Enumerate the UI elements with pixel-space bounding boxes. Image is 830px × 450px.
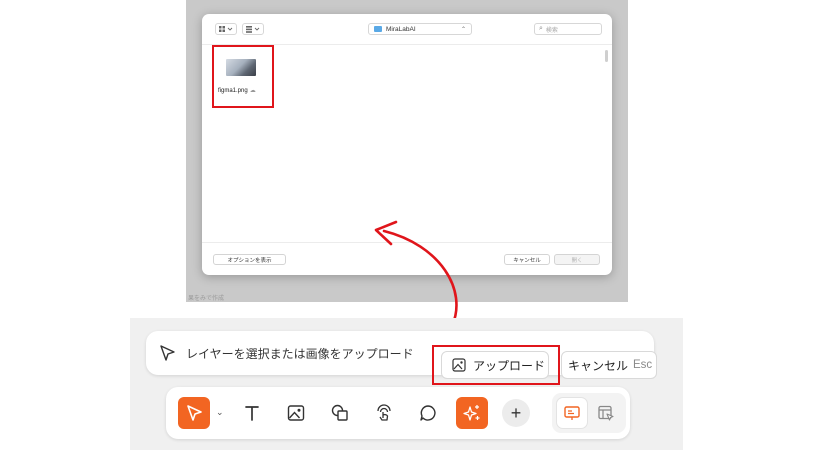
folder-icon xyxy=(374,26,382,32)
background-text: 果をみで作成 xyxy=(188,296,225,302)
presentation-icon xyxy=(564,406,580,420)
esc-shortcut: Esc xyxy=(633,359,653,371)
image-tool-button[interactable] xyxy=(280,397,312,429)
search-input[interactable]: ⌕ 検索 xyxy=(534,23,602,35)
file-open-dialog: MiraLabAI ⌃ ⌕ 検索 figma1.png ☁ オプションを表示 キャ… xyxy=(202,14,612,275)
cursor-icon xyxy=(160,345,175,361)
search-icon: ⌕ xyxy=(539,25,543,32)
ai-tool-button[interactable] xyxy=(456,397,488,429)
icon-view-button[interactable] xyxy=(215,23,237,35)
show-options-button[interactable]: オプションを表示 xyxy=(213,254,286,265)
editor-toolbar-screenshot: レイヤーを選択または画像をアップロード アップロード キャンセル Esc ⌄ + xyxy=(130,318,683,450)
upload-label: アップロード xyxy=(473,358,546,373)
upload-hint-bar: レイヤーを選択または画像をアップロード アップロード キャンセル Esc xyxy=(146,331,657,385)
select-pointer-icon xyxy=(187,405,202,421)
dialog-cancel-button[interactable]: キャンセル xyxy=(504,254,550,265)
comment-icon xyxy=(420,405,436,421)
image-upload-icon xyxy=(452,358,466,372)
interaction-tool-button[interactable] xyxy=(368,397,400,429)
file-name-label: figma1.png ☁ xyxy=(218,87,256,94)
text-tool-button[interactable] xyxy=(236,397,268,429)
group-view-button[interactable] xyxy=(242,23,264,35)
ai-sparkle-icon xyxy=(463,405,480,421)
cloud-icon: ☁ xyxy=(249,88,256,94)
dialog-toolbar: MiraLabAI ⌃ ⌕ 検索 xyxy=(202,14,612,44)
folder-name: MiraLabAI xyxy=(386,25,416,33)
file-thumbnail xyxy=(226,59,256,76)
chevron-updown-icon: ⌃ xyxy=(460,26,466,33)
layout-cursor-icon xyxy=(598,405,614,421)
upload-button[interactable]: アップロード xyxy=(441,351,549,379)
folder-dropdown[interactable]: MiraLabAI ⌃ xyxy=(368,23,472,35)
icon-grid-icon xyxy=(219,25,233,32)
comment-tool-button[interactable] xyxy=(412,397,444,429)
scrollbar[interactable] xyxy=(605,50,608,62)
design-mode-button[interactable] xyxy=(556,397,588,429)
cancel-label: キャンセル xyxy=(568,358,629,373)
text-icon xyxy=(245,406,259,421)
file-dialog-screenshot: 果をみで作成 MiraLabAI ⌃ ⌕ 検索 figma1.png ☁ オプシ… xyxy=(186,0,628,302)
file-item-figma1[interactable]: figma1.png ☁ xyxy=(212,45,274,108)
cancel-button[interactable]: キャンセル Esc xyxy=(561,351,657,379)
file-browser-area[interactable]: figma1.png ☁ xyxy=(202,44,612,244)
dialog-footer: オプションを表示 キャンセル 開く xyxy=(202,242,612,275)
mode-switcher xyxy=(552,393,626,433)
shape-tool-button[interactable] xyxy=(324,397,356,429)
prototype-mode-button[interactable] xyxy=(590,397,622,429)
hint-text: レイヤーを選択または画像をアップロード xyxy=(186,347,414,361)
file-name-text: figma1.png xyxy=(218,88,248,94)
add-tool-button[interactable]: + xyxy=(502,399,530,427)
shapes-icon xyxy=(331,404,348,421)
hand-touch-icon xyxy=(377,404,391,421)
image-icon xyxy=(287,405,305,421)
tool-bar: ⌄ + xyxy=(166,387,630,439)
dialog-open-button[interactable]: 開く xyxy=(554,254,600,265)
list-grid-icon xyxy=(246,25,260,33)
select-tool-button[interactable] xyxy=(178,397,210,429)
chevron-down-icon[interactable]: ⌄ xyxy=(216,407,224,418)
search-placeholder: 検索 xyxy=(545,27,558,34)
